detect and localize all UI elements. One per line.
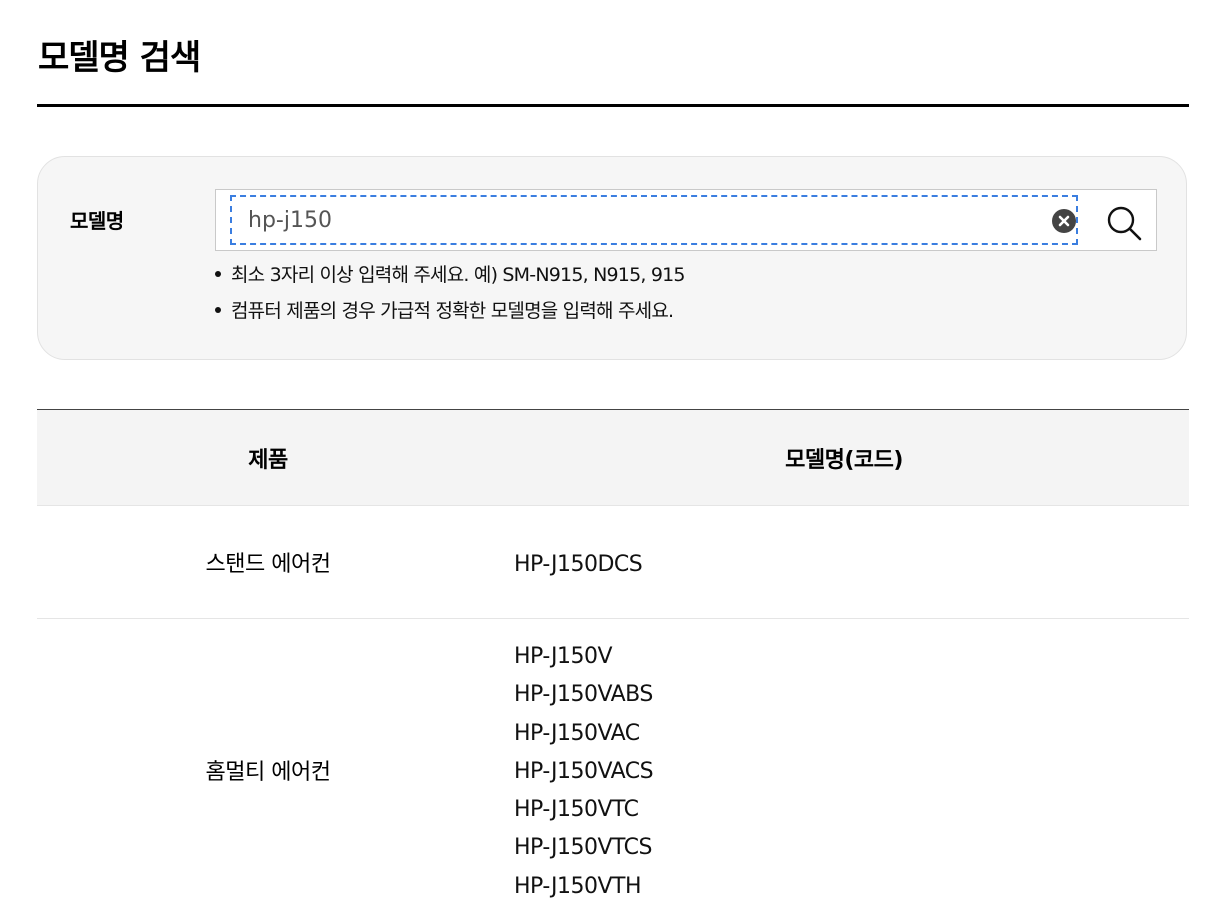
model-list: HP-J150DCS <box>514 546 643 584</box>
model-code[interactable]: HP-J150VABS <box>514 676 653 714</box>
clear-icon[interactable] <box>1052 209 1076 233</box>
model-code[interactable]: HP-J150V <box>514 638 653 676</box>
search-panel: 모델명 최소 3자리 이상 입력해 주세요. 예) SM-N915, N915,… <box>37 156 1187 360</box>
search-field <box>215 189 1157 251</box>
search-input[interactable] <box>248 204 1038 236</box>
model-code[interactable]: HP-J150DCS <box>514 546 643 584</box>
model-code[interactable]: HP-J150VACS <box>514 753 654 791</box>
product-name: 홈멀티 에어컨 <box>205 760 331 785</box>
search-hints: 최소 3자리 이상 입력해 주세요. 예) SM-N915, N915, 915… <box>214 257 686 329</box>
product-name: 스탠드 에어컨 <box>205 552 331 577</box>
model-search-page: 모델명 검색 모델명 최소 3자리 이상 입력해 주세요. 예) SM-N915… <box>0 0 1224 920</box>
model-code[interactable]: HP-J150VTC <box>514 791 653 829</box>
table-row: 스탠드 에어컨 HP-J150DCS <box>37 506 1189 619</box>
hint-item: 컴퓨터 제품의 경우 가급적 정확한 모델명을 입력해 주세요. <box>214 293 685 329</box>
model-list: HP-J150V HP-J150VABS HP-J150VAC HP-J150V… <box>514 638 654 906</box>
model-code[interactable]: HP-J150VTCS <box>514 829 653 867</box>
search-label: 모델명 <box>70 209 124 233</box>
hint-item: 최소 3자리 이상 입력해 주세요. 예) SM-N915, N915, 915 <box>214 257 686 293</box>
model-code[interactable]: HP-J150VAC <box>514 715 653 753</box>
title-divider <box>37 104 1189 107</box>
column-header-model: 모델명(코드) <box>785 448 903 473</box>
results-table: 제품 모델명(코드) 스탠드 에어컨 HP-J150DCS 홈멀티 에어컨 HP… <box>37 409 1189 920</box>
table-row: 홈멀티 에어컨 HP-J150V HP-J150VABS HP-J150VAC … <box>37 619 1189 920</box>
model-code[interactable]: HP-J150VTH <box>514 868 653 906</box>
search-icon[interactable] <box>1105 204 1143 242</box>
page-title: 모델명 검색 <box>38 38 201 78</box>
column-header-product: 제품 <box>248 448 288 473</box>
table-header: 제품 모델명(코드) <box>37 409 1189 506</box>
